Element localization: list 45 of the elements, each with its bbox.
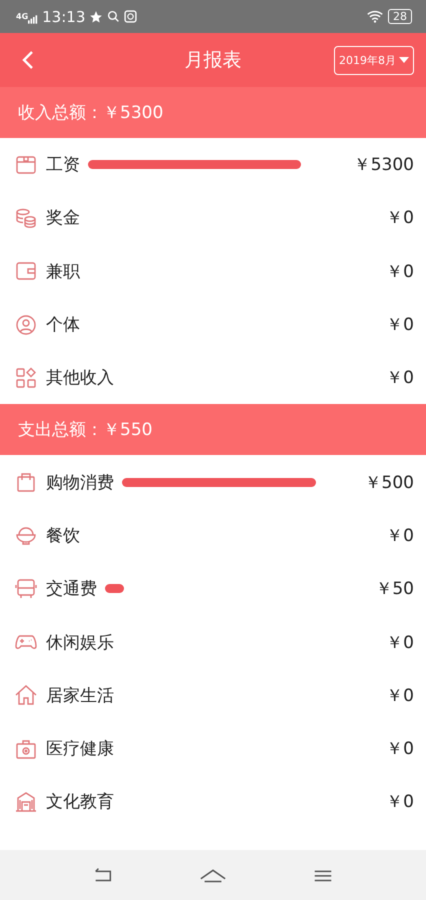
amount-value: ￥0 bbox=[386, 684, 414, 707]
category-label: 奖金 bbox=[46, 207, 80, 230]
category-label: 休闲娱乐 bbox=[46, 632, 114, 654]
building-icon bbox=[14, 790, 38, 814]
category-label: 医疗健康 bbox=[46, 738, 114, 760]
section-summary: 支出总额：￥550 bbox=[0, 404, 426, 456]
category-label: 文化教育 bbox=[46, 791, 114, 814]
category-label: 兼职 bbox=[46, 260, 80, 283]
person-icon bbox=[14, 312, 38, 337]
category-label: 居家生活 bbox=[46, 684, 114, 707]
grid-icon bbox=[14, 366, 38, 390]
amount-value: ￥50 bbox=[375, 578, 414, 600]
page-title: 月报表 bbox=[184, 48, 242, 73]
amount-value: ￥0 bbox=[386, 738, 414, 760]
amount-value: ￥0 bbox=[386, 632, 414, 654]
section-summary: 收入总额：￥5300 bbox=[0, 87, 426, 138]
back-icon[interactable] bbox=[22, 50, 34, 70]
battery-indicator: 28 bbox=[388, 9, 412, 24]
month-picker[interactable]: 2019年8月 bbox=[334, 46, 414, 74]
category-label: 交通费 bbox=[46, 578, 97, 600]
dropdown-icon bbox=[399, 56, 409, 64]
signal-icon bbox=[28, 15, 38, 24]
house-icon bbox=[14, 683, 38, 708]
category-label: 个体 bbox=[46, 314, 80, 336]
amount-value: ￥0 bbox=[386, 524, 414, 547]
amount-bar bbox=[105, 584, 124, 594]
category-label: 购物消费 bbox=[46, 472, 114, 494]
amount-value: ￥0 bbox=[386, 314, 414, 336]
amount-value: ￥500 bbox=[364, 472, 414, 494]
amount-value: ￥0 bbox=[386, 791, 414, 814]
network-indicator: 4G bbox=[16, 12, 28, 21]
category-label: 工资 bbox=[46, 154, 80, 176]
search-icon bbox=[107, 10, 120, 23]
amount-value: ￥0 bbox=[386, 367, 414, 390]
home-nav-icon[interactable] bbox=[198, 867, 227, 883]
bus-icon bbox=[14, 576, 38, 601]
star-icon bbox=[89, 10, 104, 24]
status-time: 13:13 bbox=[42, 8, 86, 26]
amount-value: ￥0 bbox=[386, 260, 414, 283]
wifi-icon bbox=[366, 10, 384, 23]
amount-value: ￥0 bbox=[386, 207, 414, 230]
app-notification-icon bbox=[124, 10, 138, 23]
amount-value: ￥5300 bbox=[354, 154, 414, 176]
category-label: 其他收入 bbox=[46, 367, 114, 390]
category-label: 餐饮 bbox=[46, 524, 80, 547]
